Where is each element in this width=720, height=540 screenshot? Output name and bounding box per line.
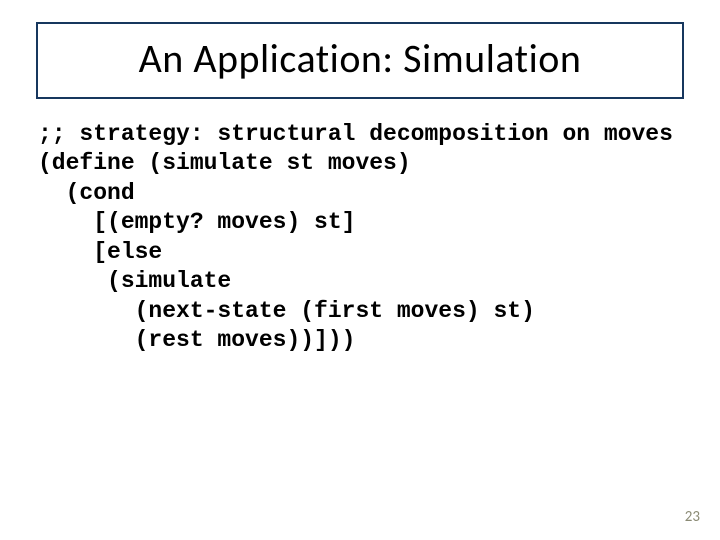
title-container: An Application: Simulation: [36, 22, 684, 99]
code-block: ;; strategy: structural decomposition on…: [38, 120, 688, 356]
page-number: 23: [685, 508, 700, 526]
code-line-5: [else: [38, 239, 162, 265]
code-line-3: (cond: [38, 180, 135, 206]
code-line-7: (next-state (first moves) st): [38, 298, 535, 324]
slide-title: An Application: Simulation: [139, 34, 582, 83]
code-line-6: (simulate: [38, 268, 231, 294]
code-line-8: (rest moves))])): [38, 327, 355, 353]
code-line-1: ;; strategy: structural decomposition on…: [38, 121, 673, 147]
code-line-2: (define (simulate st moves): [38, 150, 411, 176]
code-line-4: [(empty? moves) st]: [38, 209, 355, 235]
